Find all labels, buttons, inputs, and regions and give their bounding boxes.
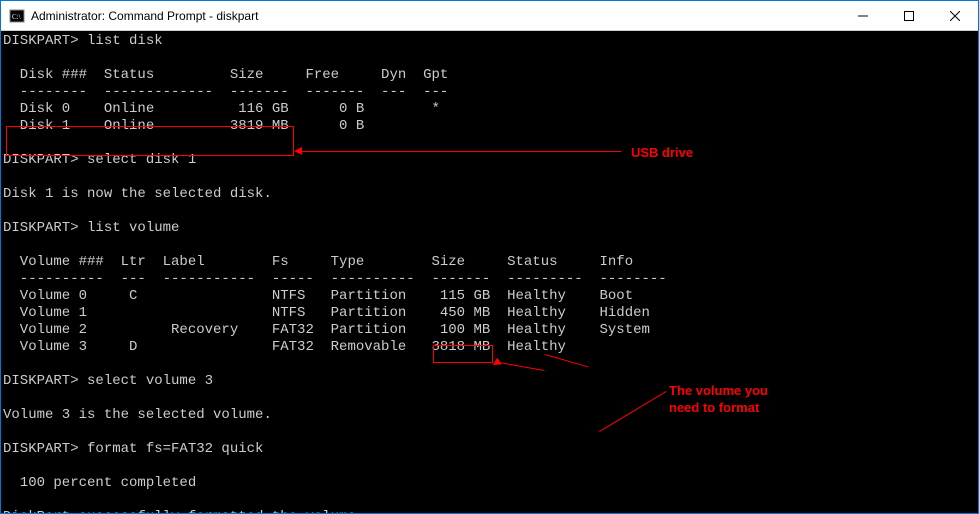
terminal-line <box>3 135 976 152</box>
titlebar[interactable]: C:\ Administrator: Command Prompt - disk… <box>1 1 978 31</box>
terminal-line <box>3 492 976 509</box>
terminal-line: DiskPart successfully formatted the volu… <box>3 509 976 513</box>
terminal-line: Disk 1 Online 3819 MB 0 B <box>3 118 976 135</box>
terminal-line <box>3 390 976 407</box>
cmd-icon: C:\ <box>9 8 25 24</box>
terminal-line: -------- ------------- ------- ------- -… <box>3 84 976 101</box>
command-prompt-window: C:\ Administrator: Command Prompt - disk… <box>0 0 979 514</box>
terminal-line <box>3 50 976 67</box>
terminal-line <box>3 203 976 220</box>
terminal-line: DISKPART> list disk <box>3 33 976 50</box>
terminal-line: Volume 3 is the selected volume. <box>3 407 976 424</box>
terminal-line: Volume ### Ltr Label Fs Type Size Status… <box>3 254 976 271</box>
maximize-button[interactable] <box>886 1 932 30</box>
window-controls <box>840 1 978 30</box>
terminal-line: Volume 3 D FAT32 Removable 3818 MB Healt… <box>3 339 976 356</box>
terminal-line: Volume 0 C NTFS Partition 115 GB Healthy… <box>3 288 976 305</box>
terminal-line <box>3 356 976 373</box>
terminal-line <box>3 237 976 254</box>
minimize-button[interactable] <box>840 1 886 30</box>
terminal-line: DISKPART> list volume <box>3 220 976 237</box>
terminal-line <box>3 169 976 186</box>
terminal-line: 100 percent completed <box>3 475 976 492</box>
terminal-line <box>3 458 976 475</box>
terminal-line: DISKPART> format fs=FAT32 quick <box>3 441 976 458</box>
terminal-line: Volume 2 Recovery FAT32 Partition 100 MB… <box>3 322 976 339</box>
terminal-line: DISKPART> select volume 3 <box>3 373 976 390</box>
terminal-line: Disk 0 Online 116 GB 0 B * <box>3 101 976 118</box>
window-title: Administrator: Command Prompt - diskpart <box>31 9 840 23</box>
terminal-line: Disk 1 is now the selected disk. <box>3 186 976 203</box>
terminal-line: DISKPART> select disk 1 <box>3 152 976 169</box>
terminal-line: Disk ### Status Size Free Dyn Gpt <box>3 67 976 84</box>
terminal-output[interactable]: DISKPART> list disk Disk ### Status Size… <box>1 31 978 513</box>
terminal-line: ---------- --- ----------- ----- -------… <box>3 271 976 288</box>
terminal-line <box>3 424 976 441</box>
svg-text:C:\: C:\ <box>12 13 21 21</box>
terminal-line: Volume 1 NTFS Partition 450 MB Healthy H… <box>3 305 976 322</box>
close-button[interactable] <box>932 1 978 30</box>
